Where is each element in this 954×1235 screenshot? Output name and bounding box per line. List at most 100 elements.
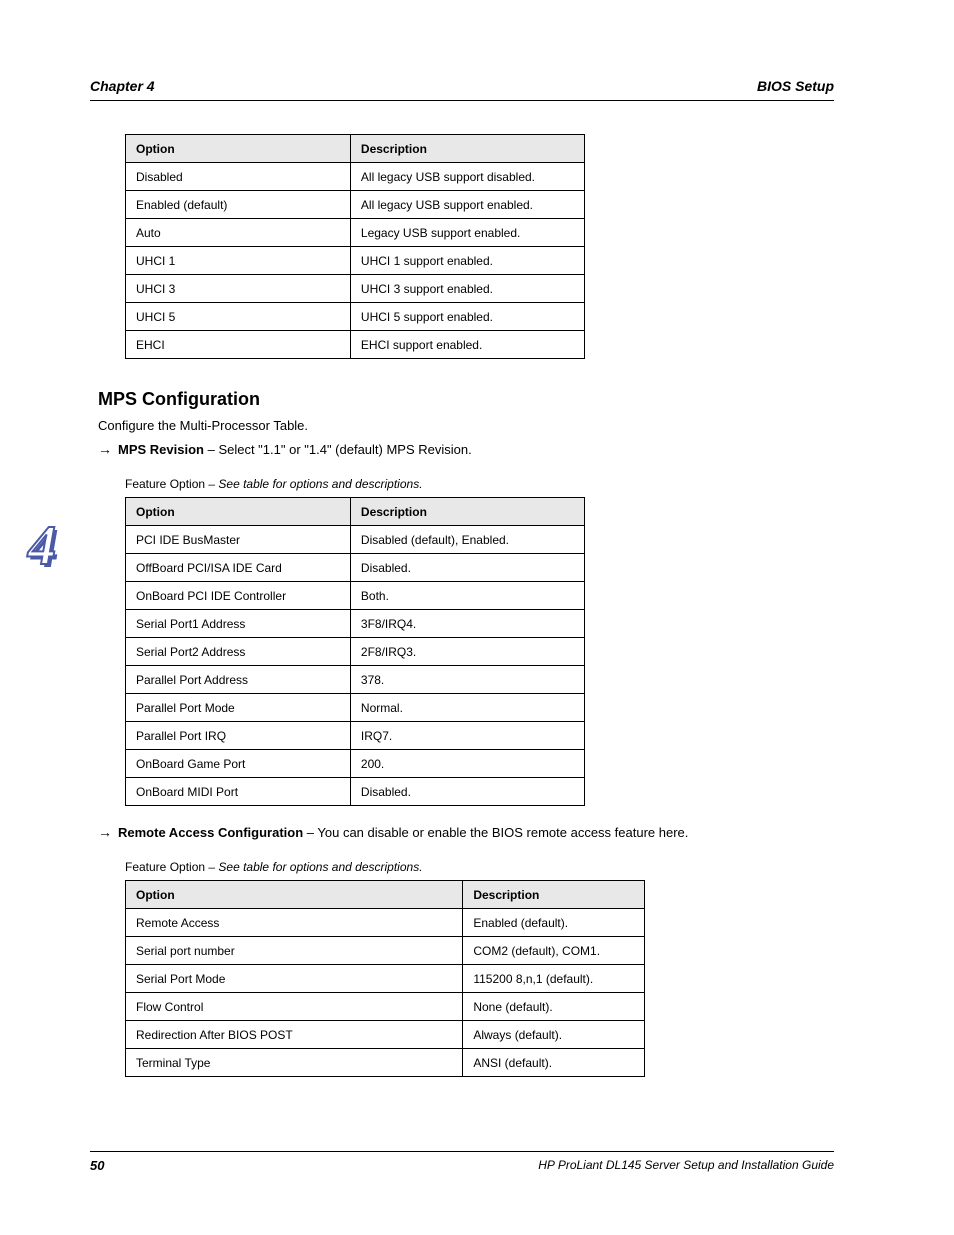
table-row: Parallel Port IRQIRQ7.	[126, 722, 585, 750]
remote-access-line: → Remote Access Configuration – You can …	[98, 824, 834, 840]
footer-text: HP ProLiant DL145 Server Setup and Insta…	[538, 1158, 834, 1173]
table-3-caption: Feature Option – See table for options a…	[125, 860, 834, 874]
caption-suffix: – See table for options and descriptions…	[208, 860, 422, 874]
table-cell: Disabled.	[350, 554, 584, 582]
remote-access-text: Remote Access Configuration – You can di…	[118, 825, 688, 840]
table-row: Remote AccessEnabled (default).	[126, 909, 645, 937]
table-row: UHCI 3UHCI 3 support enabled.	[126, 275, 585, 303]
table-header-row: Option Description	[126, 135, 585, 163]
table-row: UHCI 1UHCI 1 support enabled.	[126, 247, 585, 275]
table-row: AutoLegacy USB support enabled.	[126, 219, 585, 247]
table-cell: Normal.	[350, 694, 584, 722]
table-cell: OnBoard MIDI Port	[126, 778, 351, 806]
table-cell: Serial Port Mode	[126, 965, 463, 993]
table-cell: Legacy USB support enabled.	[350, 219, 584, 247]
arrow-right-icon: →	[98, 824, 112, 840]
table-cell: UHCI 5	[126, 303, 351, 331]
caption-prefix: Feature Option	[125, 477, 205, 491]
th-option: Option	[126, 881, 463, 909]
table-row: Terminal TypeANSI (default).	[126, 1049, 645, 1077]
table-cell: Parallel Port Address	[126, 666, 351, 694]
table-cell: UHCI 1	[126, 247, 351, 275]
table-1: Option Description DisabledAll legacy US…	[125, 134, 585, 359]
table-cell: 378.	[350, 666, 584, 694]
table-cell: EHCI support enabled.	[350, 331, 584, 359]
table-2-caption: Feature Option – See table for options a…	[125, 477, 834, 491]
mps-desc: Select "1.1" or "1.4" (default) MPS Revi…	[218, 442, 471, 457]
th-description: Description	[350, 498, 584, 526]
table-cell: Redirection After BIOS POST	[126, 1021, 463, 1049]
table-row: PCI IDE BusMasterDisabled (default), Ena…	[126, 526, 585, 554]
table-cell: EHCI	[126, 331, 351, 359]
table-cell: Disabled (default), Enabled.	[350, 526, 584, 554]
mps-revision-text: MPS Revision – Select "1.1" or "1.4" (de…	[118, 442, 472, 457]
table-cell: Disabled.	[350, 778, 584, 806]
table-cell: 115200 8,n,1 (default).	[463, 965, 645, 993]
mps-label: MPS Revision	[118, 442, 204, 457]
caption-prefix: Feature Option	[125, 860, 205, 874]
page-number: 50	[90, 1158, 104, 1173]
content-area: Option Description DisabledAll legacy US…	[90, 110, 834, 1077]
remote-desc: You can disable or enable the BIOS remot…	[317, 825, 688, 840]
table-cell: Always (default).	[463, 1021, 645, 1049]
table-cell: Parallel Port IRQ	[126, 722, 351, 750]
table-cell: ANSI (default).	[463, 1049, 645, 1077]
table-row: OffBoard PCI/ISA IDE CardDisabled.	[126, 554, 585, 582]
table-row: OnBoard Game Port200.	[126, 750, 585, 778]
arrow-right-icon: →	[98, 441, 112, 457]
table-cell: PCI IDE BusMaster	[126, 526, 351, 554]
th-description: Description	[463, 881, 645, 909]
table-cell: OnBoard PCI IDE Controller	[126, 582, 351, 610]
table-3: Option Description Remote AccessEnabled …	[125, 880, 645, 1077]
table-cell: Auto	[126, 219, 351, 247]
table-row: OnBoard PCI IDE ControllerBoth.	[126, 582, 585, 610]
table-row: DisabledAll legacy USB support disabled.	[126, 163, 585, 191]
table-cell: IRQ7.	[350, 722, 584, 750]
table-row: EHCIEHCI support enabled.	[126, 331, 585, 359]
table-cell: Both.	[350, 582, 584, 610]
table-cell: UHCI 3 support enabled.	[350, 275, 584, 303]
table-cell: Serial Port1 Address	[126, 610, 351, 638]
table-cell: OffBoard PCI/ISA IDE Card	[126, 554, 351, 582]
table-cell: UHCI 5 support enabled.	[350, 303, 584, 331]
table-cell: 2F8/IRQ3.	[350, 638, 584, 666]
caption-suffix: – See table for options and descriptions…	[208, 477, 422, 491]
page-header: Chapter 4 BIOS Setup	[90, 78, 834, 101]
table-cell: Flow Control	[126, 993, 463, 1021]
table-row: OnBoard MIDI PortDisabled.	[126, 778, 585, 806]
table-row: Serial Port2 Address2F8/IRQ3.	[126, 638, 585, 666]
table-cell: OnBoard Game Port	[126, 750, 351, 778]
table-header-row: Option Description	[126, 498, 585, 526]
remote-label: Remote Access Configuration	[118, 825, 303, 840]
table-cell: None (default).	[463, 993, 645, 1021]
table-row: Enabled (default)All legacy USB support …	[126, 191, 585, 219]
table-cell: 3F8/IRQ4.	[350, 610, 584, 638]
th-description: Description	[350, 135, 584, 163]
page-footer: 50 HP ProLiant DL145 Server Setup and In…	[90, 1151, 834, 1173]
th-option: Option	[126, 135, 351, 163]
table-cell: UHCI 3	[126, 275, 351, 303]
table-row: Flow ControlNone (default).	[126, 993, 645, 1021]
table-row: Redirection After BIOS POSTAlways (defau…	[126, 1021, 645, 1049]
table-cell: All legacy USB support enabled.	[350, 191, 584, 219]
table-cell: COM2 (default), COM1.	[463, 937, 645, 965]
table-row: Serial Port Mode115200 8,n,1 (default).	[126, 965, 645, 993]
chapter-marker: 4	[28, 518, 56, 574]
table-cell: 200.	[350, 750, 584, 778]
header-right: BIOS Setup	[757, 78, 834, 94]
section-subtitle: Configure the Multi-Processor Table.	[98, 418, 834, 433]
section-title: MPS Configuration	[98, 389, 834, 410]
table-cell: Disabled	[126, 163, 351, 191]
table-cell: Terminal Type	[126, 1049, 463, 1077]
table-cell: Serial Port2 Address	[126, 638, 351, 666]
table-cell: UHCI 1 support enabled.	[350, 247, 584, 275]
table-cell: Remote Access	[126, 909, 463, 937]
table-header-row: Option Description	[126, 881, 645, 909]
table-row: Serial port numberCOM2 (default), COM1.	[126, 937, 645, 965]
th-option: Option	[126, 498, 351, 526]
table-row: Serial Port1 Address3F8/IRQ4.	[126, 610, 585, 638]
table-cell: Serial port number	[126, 937, 463, 965]
table-cell: Enabled (default)	[126, 191, 351, 219]
table-cell: Parallel Port Mode	[126, 694, 351, 722]
table-cell: Enabled (default).	[463, 909, 645, 937]
